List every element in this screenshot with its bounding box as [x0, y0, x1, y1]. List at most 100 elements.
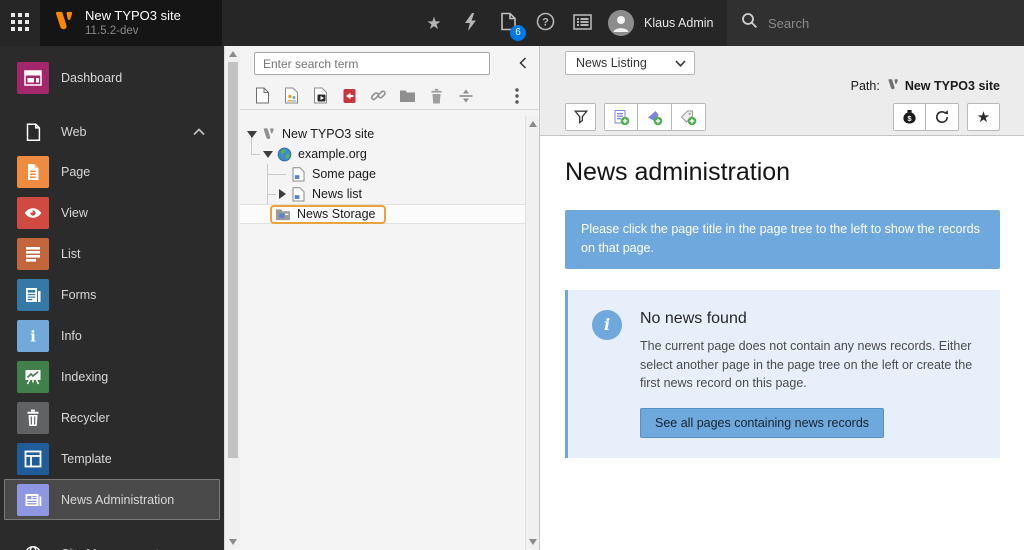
globe-icon — [276, 147, 292, 162]
typo3-logo-icon — [50, 8, 76, 39]
sysfolder-icon — [275, 208, 291, 221]
plugin-select[interactable]: News Listing — [565, 51, 695, 75]
path-value: New TYPO3 site — [905, 79, 1000, 93]
tree-search-input[interactable] — [254, 52, 490, 75]
bookmark-star-icon: ★ — [977, 108, 990, 126]
reload-button[interactable] — [926, 103, 959, 131]
chevron-down-icon — [675, 56, 686, 70]
tree-node-example-org[interactable]: example.org — [240, 144, 525, 164]
sidebar-group-web[interactable]: Web — [4, 111, 220, 152]
typo3-site-icon — [260, 126, 276, 142]
sidebar-item-dashboard[interactable]: Dashboard — [4, 57, 220, 98]
no-news-callout: i No news found The current page does no… — [565, 290, 1000, 458]
new-page-button[interactable] — [254, 87, 271, 104]
sidebar-item-page[interactable]: Page — [4, 151, 220, 192]
expand-caret-icon[interactable] — [244, 131, 260, 138]
modulemenu-toggle-button[interactable] — [0, 0, 40, 46]
list-icon — [17, 238, 49, 270]
opened-documents-button[interactable]: 6 — [496, 0, 520, 46]
add-record-group — [604, 103, 706, 131]
add-news-record-button[interactable] — [604, 103, 638, 131]
tree-node-news-list[interactable]: News list — [240, 184, 525, 204]
scroll-up-arrow[interactable] — [529, 121, 537, 127]
module-menu: Dashboard Web Page View — [0, 46, 224, 550]
new-page-icon — [255, 87, 270, 104]
module-body: News administration Please click the pag… — [540, 137, 1024, 550]
avatar-icon — [608, 10, 634, 36]
page-tree: New TYPO3 site example.org Some page — [240, 116, 525, 550]
help-button[interactable]: ? — [533, 0, 557, 46]
sidebar-item-news-administration[interactable]: News Administration — [4, 479, 220, 520]
modulemenu-grid-icon — [11, 13, 29, 34]
page-doc-icon — [290, 187, 306, 202]
tree-node-some-page[interactable]: Some page — [240, 164, 525, 184]
add-tag-button[interactable] — [672, 103, 706, 131]
web-document-icon — [17, 116, 49, 148]
scroll-down-arrow[interactable] — [529, 539, 537, 545]
sidebar-group-site-management[interactable]: Site Management — [4, 533, 220, 550]
add-news-icon — [646, 109, 663, 126]
sidebar-item-list[interactable]: List — [4, 233, 220, 274]
collapse-tree-button[interactable] — [513, 53, 533, 73]
breadcrumb: Path: New TYPO3 site — [851, 77, 1000, 95]
scroll-down-arrow[interactable] — [229, 539, 237, 545]
new-separator-icon — [458, 88, 474, 104]
expand-caret-icon[interactable] — [260, 151, 276, 158]
path-label: Path: — [851, 79, 880, 93]
view-eye-icon — [17, 197, 49, 229]
news-administration-icon — [17, 484, 49, 516]
add-news-record-icon — [613, 109, 630, 126]
new-link-icon — [370, 87, 387, 104]
moneybag-button[interactable]: $ — [893, 103, 926, 131]
info-alert: Please click the page title in the page … — [565, 210, 1000, 269]
typo3-backend: New TYPO3 site 11.5.2-dev ★ 6 ? — [0, 0, 1024, 550]
new-link-button[interactable] — [370, 87, 387, 104]
sidebar-item-info[interactable]: i Info — [4, 315, 220, 356]
sidebar-item-forms[interactable]: Forms — [4, 274, 220, 315]
tree-node-news-storage[interactable]: News Storage — [240, 204, 525, 224]
search-input[interactable] — [768, 16, 968, 31]
recycler-trash-icon — [17, 402, 49, 434]
topbar-search — [727, 0, 1024, 46]
bookmark-button[interactable]: ★ — [967, 103, 1000, 131]
system-information-button[interactable] — [570, 0, 594, 46]
clear-cache-button[interactable] — [459, 0, 483, 46]
chevron-down-icon — [193, 545, 205, 550]
tree-toolbar-divider — [240, 109, 539, 110]
add-news-button[interactable] — [638, 103, 672, 131]
bookmarks-button[interactable]: ★ — [422, 0, 446, 46]
cache-reload-group: $ — [893, 103, 959, 131]
chevron-up-icon — [193, 123, 205, 141]
scrollbar-thumb[interactable] — [228, 62, 238, 458]
bookmarks-star-icon: ★ — [426, 15, 441, 32]
typo3-page-icon — [885, 77, 900, 95]
tree-node-root[interactable]: New TYPO3 site — [240, 124, 525, 144]
new-backend-user-section-page-icon — [284, 87, 299, 104]
tree-node-label: Some page — [312, 167, 376, 181]
sidebar-item-template[interactable]: Template — [4, 438, 220, 479]
site-title: New TYPO3 site — [85, 8, 181, 24]
typo3-version: 11.5.2-dev — [85, 24, 181, 38]
new-backend-user-section-page-button[interactable] — [283, 87, 300, 104]
filter-button[interactable] — [565, 103, 596, 131]
new-recycler-button[interactable] — [428, 87, 445, 104]
scroll-up-arrow[interactable] — [229, 51, 237, 57]
collapsed-caret-icon[interactable] — [274, 189, 290, 199]
see-all-pages-button[interactable]: See all pages containing news records — [640, 408, 884, 438]
tree-node-label: example.org — [298, 147, 367, 161]
tree-more-options-button[interactable] — [508, 87, 525, 104]
page-tree-panel: New TYPO3 site example.org Some page — [240, 46, 540, 550]
new-external-url-page-button[interactable] — [341, 87, 358, 104]
new-folder-button[interactable] — [399, 87, 416, 104]
tree-node-label: News Storage — [297, 207, 376, 221]
topbar-tools: ★ 6 ? — [422, 0, 607, 46]
sidebar-item-recycler[interactable]: Recycler — [4, 397, 220, 438]
indexing-icon — [17, 361, 49, 393]
brand[interactable]: New TYPO3 site 11.5.2-dev — [40, 0, 222, 46]
user-menu-button[interactable]: Klaus Admin — [608, 0, 713, 46]
new-shortcut-page-button[interactable] — [312, 87, 329, 104]
sidebar-item-view[interactable]: View — [4, 192, 220, 233]
sidebar-item-indexing[interactable]: Indexing — [4, 356, 220, 397]
username-label: Klaus Admin — [644, 16, 713, 30]
new-separator-button[interactable] — [457, 87, 474, 104]
